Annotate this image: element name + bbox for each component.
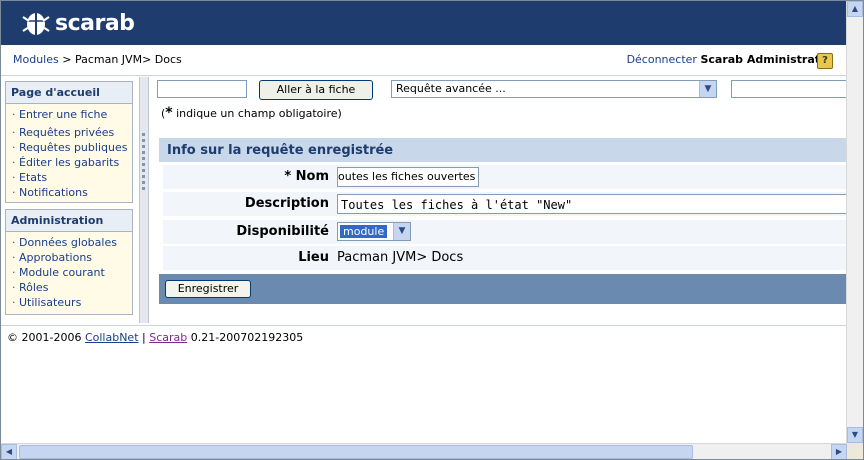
sidebar-item-global-data[interactable]: Données globales	[12, 235, 132, 250]
breadcrumb-modules-link[interactable]: Modules	[13, 53, 59, 66]
grip-dot	[142, 133, 145, 136]
availability-selected-option: module	[340, 225, 388, 238]
disconnect-link[interactable]: Déconnecter	[627, 53, 697, 66]
form-title: Info sur la requête enregistrée	[159, 138, 863, 162]
grip-dot	[142, 181, 145, 184]
sidebar-item-current-module[interactable]: Module courant	[12, 265, 132, 280]
name-label: * Nom	[284, 169, 329, 184]
advanced-query-select-value: Requête avancée ...	[396, 82, 506, 95]
required-star: *	[165, 105, 173, 121]
breadcrumb: Modules > Pacman JVM> Docs	[13, 53, 182, 66]
footer-text: © 2001-2006 CollabNet | Scarab 0.21-2007…	[7, 331, 303, 344]
breadcrumb-path: Pacman JVM> Docs	[74, 53, 182, 66]
horizontal-scroll-thumb[interactable]	[19, 445, 693, 459]
copyright-text: © 2001-2006	[7, 331, 85, 344]
scrollbar-corner	[847, 443, 863, 459]
sidebar-admin-box: Administration Données globales Approbat…	[5, 209, 133, 315]
save-button[interactable]: Enregistrer	[165, 280, 251, 298]
grip-dot	[142, 169, 145, 172]
toolbar: Aller à la fiche Requête avancée ... ▼	[149, 77, 863, 103]
sidebar-item-roles[interactable]: Rôles	[12, 280, 132, 295]
sidebar-item-edit-templates[interactable]: Éditer les gabarits	[12, 155, 132, 170]
scarab-beetle-icon	[22, 13, 50, 35]
grip-dot	[142, 139, 145, 142]
breadcrumb-separator: >	[62, 53, 72, 66]
sidebar-home-title[interactable]: Page d'accueil	[6, 82, 132, 104]
grip-dot	[142, 175, 145, 178]
form-row-location: Lieu Pacman JVM> Docs	[163, 246, 863, 270]
page-footer: © 2001-2006 CollabNet | Scarab 0.21-2007…	[1, 325, 863, 350]
app-header: scarab	[1, 1, 863, 45]
note-text: indique un champ obligatoire)	[172, 107, 342, 120]
form-row-description: Description Toutes les fiches à l'état "…	[163, 192, 863, 216]
grip-dot	[142, 157, 145, 160]
scarab-logo[interactable]: scarab	[21, 9, 135, 37]
form-row-availability: Disponibilité module ▼	[163, 220, 863, 244]
grip-dot	[142, 163, 145, 166]
scroll-down-icon[interactable]: ▼	[847, 427, 863, 443]
form-row-name: * Nom outes les fiches ouvertes	[163, 165, 863, 189]
breadcrumb-bar: Modules > Pacman JVM> Docs Déconnecter S…	[1, 45, 863, 76]
sidebar-admin-title[interactable]: Administration	[6, 210, 132, 232]
location-value: Pacman JVM> Docs	[337, 250, 464, 265]
scroll-right-icon[interactable]: ▶	[831, 444, 847, 459]
sidebar: Page d'accueil Entrer une fiche Requêtes…	[1, 77, 139, 323]
sidebar-item-private-queries[interactable]: Requêtes privées	[12, 125, 132, 140]
vertical-scrollbar[interactable]: ▲ ▼	[846, 1, 863, 443]
logo-text: scarab	[55, 10, 135, 36]
sidebar-item-users[interactable]: Utilisateurs	[12, 295, 132, 310]
required-field-note: (* indique un champ obligatoire)	[161, 105, 342, 121]
form-actions-bar: Enregistrer	[159, 274, 863, 304]
scroll-left-icon[interactable]: ◀	[1, 444, 17, 459]
sidebar-item-public-queries[interactable]: Requêtes publiques	[12, 140, 132, 155]
quick-search-input[interactable]	[731, 80, 863, 98]
chevron-down-icon[interactable]: ▼	[699, 81, 716, 97]
issue-id-input[interactable]	[157, 80, 247, 98]
user-area: Déconnecter Scarab Administrator	[627, 53, 833, 66]
sidebar-item-new-issue[interactable]: Entrer une fiche	[12, 107, 132, 122]
sidebar-home-list: Entrer une fiche Requêtes privées Requêt…	[6, 104, 132, 204]
description-label: Description	[244, 196, 329, 211]
availability-label: Disponibilité	[236, 224, 329, 239]
footer-separator: |	[138, 331, 150, 344]
scroll-up-icon[interactable]: ▲	[847, 1, 863, 17]
sidebar-admin-list: Données globales Approbations Module cou…	[6, 232, 132, 314]
collabnet-link[interactable]: CollabNet	[85, 331, 139, 344]
description-input-value: Toutes les fiches à l'état "New"	[341, 198, 573, 212]
sidebar-item-reports[interactable]: Etats	[12, 170, 132, 185]
saved-query-form: Info sur la requête enregistrée * Nom ou…	[159, 138, 863, 304]
goto-issue-button[interactable]: Aller à la fiche	[259, 80, 373, 100]
availability-select[interactable]: module ▼	[337, 222, 411, 241]
browser-window: scarab Modules > Pacman JVM> Docs Déconn…	[0, 0, 864, 460]
version-text: 0.21-200702192305	[187, 331, 304, 344]
user-name: Scarab Administrator	[700, 53, 833, 66]
name-input-value: outes les fiches ouvertes	[338, 170, 476, 183]
sidebar-item-notifications[interactable]: Notifications	[12, 185, 132, 200]
chevron-down-icon[interactable]: ▼	[393, 223, 410, 240]
sidebar-splitter-handle[interactable]	[139, 77, 149, 323]
grip-dot	[142, 187, 145, 190]
location-label: Lieu	[298, 250, 329, 265]
sidebar-item-approvals[interactable]: Approbations	[12, 250, 132, 265]
grip-dot	[142, 151, 145, 154]
name-input[interactable]: outes les fiches ouvertes	[337, 167, 479, 187]
sidebar-home-box: Page d'accueil Entrer une fiche Requêtes…	[5, 81, 133, 203]
help-icon[interactable]: ?	[817, 53, 833, 69]
grip-dot	[142, 145, 145, 148]
horizontal-scrollbar[interactable]: ◀ ▶	[1, 443, 847, 459]
description-input[interactable]: Toutes les fiches à l'état "New"	[337, 194, 857, 214]
advanced-query-select[interactable]: Requête avancée ... ▼	[391, 80, 717, 98]
scarab-link[interactable]: Scarab	[149, 331, 187, 344]
